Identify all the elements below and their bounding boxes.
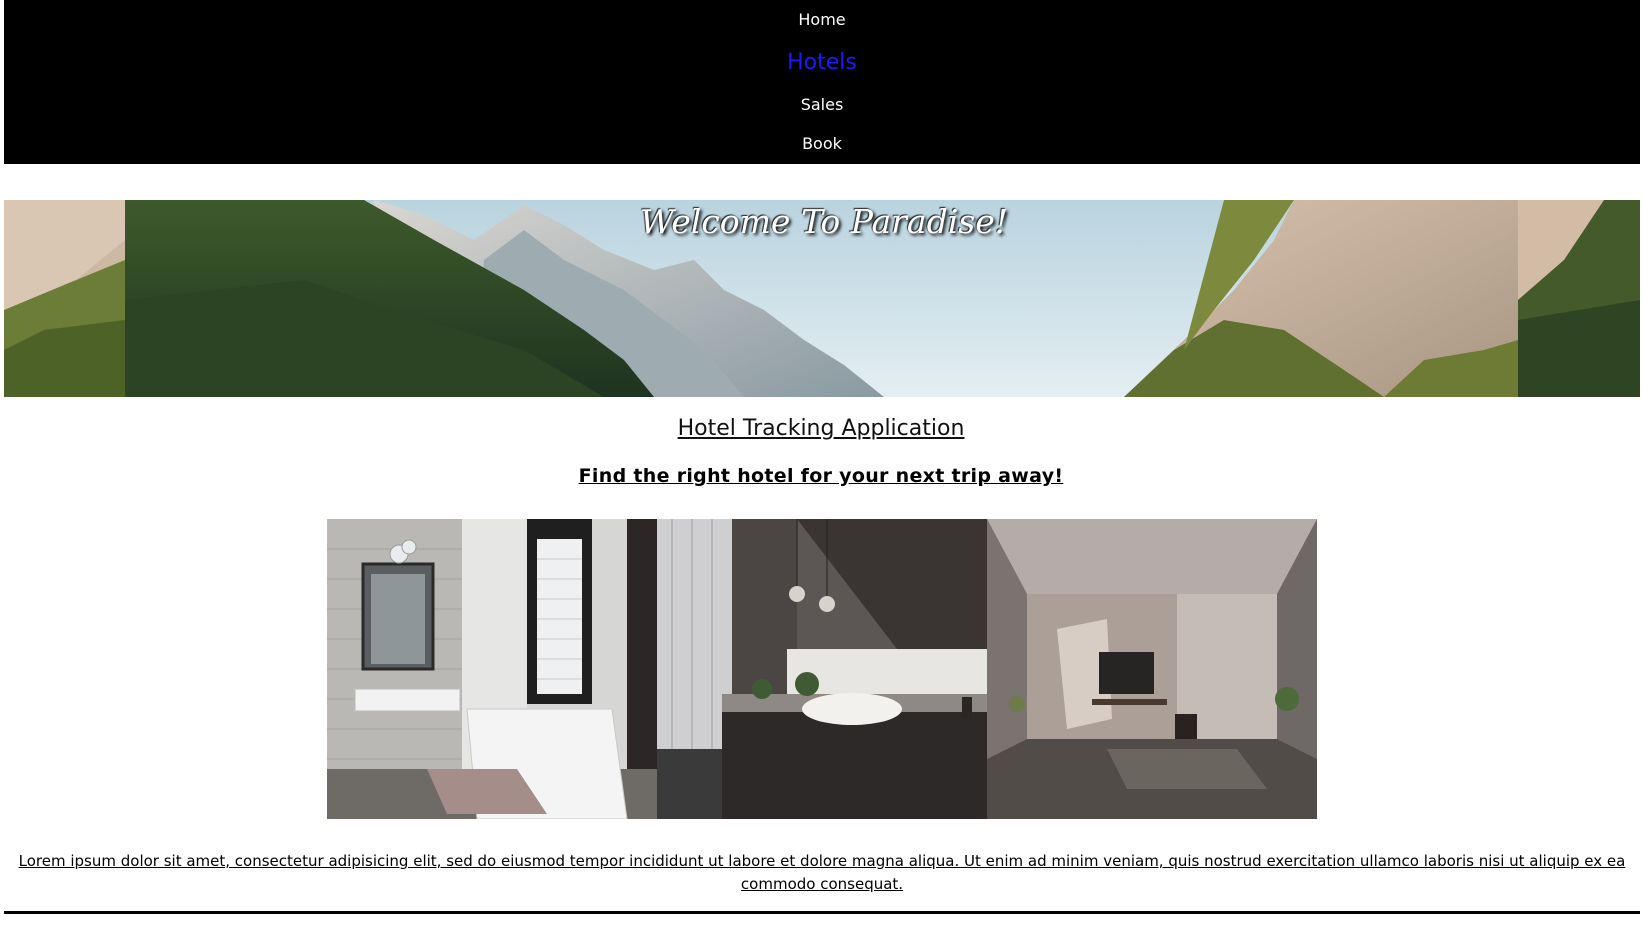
nav-book-link[interactable]: Book xyxy=(4,134,1640,154)
horizontal-divider xyxy=(4,911,1640,914)
nav-home-link[interactable]: Home xyxy=(4,10,1640,30)
nav-sales-link[interactable]: Sales xyxy=(4,95,1640,115)
nav-hotels-link[interactable]: Hotels xyxy=(4,49,1640,77)
hotel-photo-gallery xyxy=(327,519,1317,819)
hero-banner: Welcome To Paradise! xyxy=(4,200,1640,397)
page-title: Hotel Tracking Application xyxy=(677,416,965,441)
bathroom-sink-photo xyxy=(657,519,987,819)
page-tagline: Find the right hotel for your next trip … xyxy=(578,465,1064,487)
page: Home Hotels Sales Book Welcome To Paradi… xyxy=(0,0,1642,939)
bathroom-bathtub-photo xyxy=(327,519,657,819)
living-room-photo xyxy=(987,519,1317,819)
banner-title: Welcome To Paradise! xyxy=(639,202,1009,241)
intro-paragraph: Lorem ipsum dolor sit amet, consectetur … xyxy=(18,852,1626,893)
main-nav: Home Hotels Sales Book xyxy=(4,0,1640,164)
